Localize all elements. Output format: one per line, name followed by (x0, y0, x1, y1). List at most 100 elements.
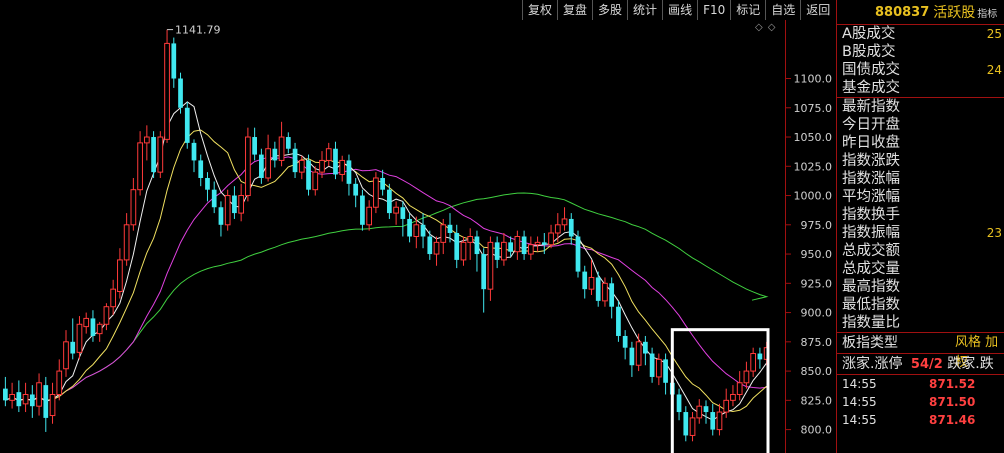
candle-body (224, 195, 231, 226)
tick-row: 14:55 871.46 (837, 411, 1004, 429)
candle-body (710, 412, 716, 430)
candle-body (474, 236, 480, 255)
panel-row-label: 国债成交 (842, 62, 900, 78)
panel-row-label: 指数量比 (842, 315, 900, 331)
panel-row-label: 指数涨跌 (842, 153, 900, 169)
candle-body (541, 242, 547, 245)
index-name: 活跃股 (933, 5, 976, 21)
tick-price: 871.50 (929, 395, 976, 409)
y-tick-label: 950.0 (801, 248, 833, 261)
tick-price: 871.52 (929, 377, 976, 391)
candle-body (501, 241, 507, 261)
panel-row: 最新指数 (837, 97, 1004, 116)
candle-body (137, 142, 143, 191)
tick-row: 14:55 871.50 (837, 393, 1004, 411)
panel-row: 基金成交 (837, 79, 1004, 97)
candle-body (339, 159, 346, 175)
candle-body (3, 388, 8, 401)
y-tick-label: 1050.0 (794, 131, 833, 144)
panel-rows: A股成交 25 B股成交 国债成交 24 基金成交 最新指数 今日开盘 昨日收盘 指数涨跌 指数涨幅… (837, 25, 1004, 332)
candle-body (387, 189, 392, 214)
toolbar-replay-button[interactable]: 复盘 (557, 0, 592, 20)
panel-row: 平均涨幅 (837, 188, 1004, 206)
candle-body (184, 107, 190, 143)
y-axis-divider (785, 20, 786, 453)
stock-chart-app: 复权 复盘 多股 统计 画线 F10 标记 自选 返回 800.0 825.0 85… (0, 0, 1004, 453)
candle-body (609, 283, 615, 307)
kline-chart[interactable]: 800.0 825.0 850.0 875.0 900.0 925.0 950.0 975.0… (0, 20, 836, 453)
tick-time: 14:55 (842, 377, 877, 391)
y-tick-label: 1025.0 (794, 160, 833, 173)
candle-body (298, 159, 305, 173)
candle-body (736, 382, 743, 395)
candle-body (198, 160, 204, 178)
candle-body (211, 189, 217, 208)
candle-body (272, 148, 278, 161)
candle-body (171, 43, 177, 79)
panel-row: 国债成交 24 (837, 61, 1004, 79)
quote-panel: 880837 活跃股 指标 A股成交 25 B股成交 国债成交 24 基金成交 最新指数 今日… (836, 0, 1004, 453)
panel-row-value: 24 (986, 63, 1002, 77)
panel-row-label: A股成交 (842, 26, 896, 42)
candle-body (306, 160, 311, 190)
candle-body (447, 224, 453, 233)
candle-body (575, 236, 581, 272)
candle-body (164, 42, 170, 140)
candle-body (29, 394, 35, 407)
toolbar-stats-button[interactable]: 统计 (627, 0, 662, 20)
panel-row: 指数换手 (837, 206, 1004, 224)
candle-body (454, 232, 460, 260)
candle-body (750, 353, 757, 372)
candle-body (723, 399, 730, 413)
candle-body (689, 417, 696, 436)
candle-body (427, 236, 433, 255)
panel-row: 昨日收盘 (837, 134, 1004, 152)
toolbar-f10-button[interactable]: F10 (697, 0, 730, 20)
candle-body (319, 159, 325, 173)
rise-label: 涨家.涨停 (842, 356, 903, 372)
tick-time: 14:55 (842, 395, 877, 409)
toolbar-multi-stock-button[interactable]: 多股 (592, 0, 627, 20)
panel-row-label: 指数振幅 (842, 225, 900, 241)
panel-row: 最高指数 (837, 278, 1004, 296)
panel-row-label: 最低指数 (842, 297, 900, 313)
y-tick-label: 825.0 (801, 394, 833, 407)
candle-body (265, 148, 271, 179)
panel-row-label: 总成交额 (842, 243, 900, 259)
candle-body (561, 218, 568, 226)
toolbar: 复权 复盘 多股 统计 画线 F10 标记 自选 返回 (522, 0, 835, 20)
candle-body (467, 236, 474, 243)
candle-body (655, 358, 662, 378)
y-tick-label: 850.0 (801, 365, 833, 378)
panel-row-label: 指数涨幅 (842, 171, 900, 187)
candle-body (130, 189, 137, 226)
toolbar-mark-button[interactable]: 标记 (730, 0, 765, 20)
indicator-badge[interactable]: 指标 (977, 5, 997, 20)
y-tick-label: 1000.0 (794, 190, 833, 203)
chart-corner-icons[interactable]: ◇◇ (755, 22, 780, 33)
panel-row-label: 总成交量 (842, 261, 900, 277)
candle-body (373, 177, 379, 208)
panel-row: A股成交 25 (837, 25, 1004, 43)
toolbar-back-button[interactable]: 返回 (800, 0, 835, 20)
candle-body (683, 412, 689, 436)
style-row: 板指类型 风格 加权 (837, 332, 1004, 370)
panel-row: 指数量比 (837, 314, 1004, 332)
candle-body (346, 160, 352, 184)
candle-body (487, 241, 494, 290)
candle-body (292, 148, 298, 173)
panel-row: 指数涨跌 (837, 152, 1004, 170)
candle-body (333, 148, 338, 175)
y-tick-label: 900.0 (801, 307, 833, 320)
candle-body (743, 370, 750, 384)
toolbar-draw-line-button[interactable]: 画线 (662, 0, 697, 20)
candle-body (554, 224, 561, 234)
candle-body (527, 244, 534, 255)
kline-chart-svg[interactable]: 800.0 825.0 850.0 875.0 900.0 925.0 950.0 975.0… (0, 20, 836, 453)
candle-body (629, 347, 635, 366)
candle-body (433, 241, 440, 255)
panel-row-value: 25 (986, 27, 1002, 41)
toolbar-restore-rights-button[interactable]: 复权 (522, 0, 557, 20)
candle-body (218, 207, 224, 225)
toolbar-watchlist-button[interactable]: 自选 (765, 0, 800, 20)
